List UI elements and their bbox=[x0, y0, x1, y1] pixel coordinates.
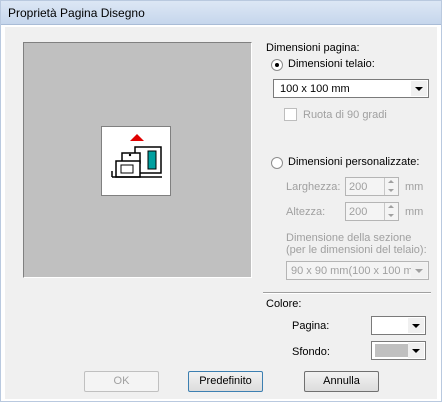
page-color-select[interactable] bbox=[371, 316, 426, 335]
page-properties-dialog: Proprietà Pagina Disegno Dimensioni pagi… bbox=[0, 0, 442, 402]
width-unit: mm bbox=[405, 181, 424, 193]
cancel-button[interactable]: Annulla bbox=[304, 371, 379, 392]
custom-size-radio[interactable] bbox=[271, 157, 283, 169]
background-color-swatch bbox=[375, 344, 408, 357]
height-label: Altezza: bbox=[286, 206, 326, 218]
ok-button[interactable]: OK bbox=[84, 371, 159, 392]
default-button[interactable]: Predefinito bbox=[188, 371, 263, 392]
chevron-down-icon bbox=[411, 81, 427, 96]
width-value: 200 bbox=[349, 181, 368, 193]
title-bar: Proprietà Pagina Disegno bbox=[1, 1, 441, 25]
section-divider bbox=[263, 292, 431, 294]
chevron-down-icon bbox=[408, 318, 424, 333]
hoop-size-value: 100 x 100 mm bbox=[280, 83, 350, 95]
section-size-label: Dimensione della sezione bbox=[286, 232, 412, 244]
custom-size-label: Dimensioni personalizzate: bbox=[288, 156, 420, 168]
color-heading: Colore: bbox=[266, 298, 302, 310]
rotate-90-checkbox[interactable] bbox=[284, 108, 297, 121]
height-value: 200 bbox=[349, 206, 368, 218]
page-color-label: Pagina: bbox=[292, 320, 330, 332]
embroidery-machine-icon bbox=[111, 134, 162, 178]
section-size-select[interactable]: 90 x 90 mm(100 x 100 mm bbox=[286, 261, 429, 280]
dialog-body: Dimensioni pagina: Dimensioni telaio: 10… bbox=[5, 27, 437, 399]
chevron-down-icon bbox=[408, 343, 424, 358]
hoop-size-select[interactable]: 100 x 100 mm bbox=[273, 79, 429, 98]
background-color-label: Sfondo: bbox=[292, 346, 330, 358]
page-size-heading: Dimensioni pagina: bbox=[266, 42, 360, 54]
height-spin-buttons[interactable] bbox=[384, 203, 398, 220]
hoop-preview-card bbox=[101, 126, 171, 196]
rotate-90-label: Ruota di 90 gradi bbox=[303, 109, 387, 121]
page-color-swatch bbox=[375, 319, 408, 332]
width-spinner[interactable]: 200 bbox=[345, 177, 399, 196]
chevron-down-icon bbox=[411, 263, 427, 278]
page-preview bbox=[23, 42, 252, 278]
height-unit: mm bbox=[405, 206, 424, 218]
hoop-size-radio[interactable] bbox=[271, 59, 283, 71]
section-size-sublabel: (per le dimensioni del telaio): bbox=[286, 244, 427, 256]
height-spinner[interactable]: 200 bbox=[345, 202, 399, 221]
background-color-select[interactable] bbox=[371, 341, 426, 360]
hoop-size-label: Dimensioni telaio: bbox=[288, 58, 375, 70]
section-size-value: 90 x 90 mm(100 x 100 mm bbox=[291, 265, 422, 277]
dialog-title: Proprietà Pagina Disegno bbox=[8, 6, 145, 20]
width-spin-buttons[interactable] bbox=[384, 178, 398, 195]
width-label: Larghezza: bbox=[286, 181, 341, 193]
